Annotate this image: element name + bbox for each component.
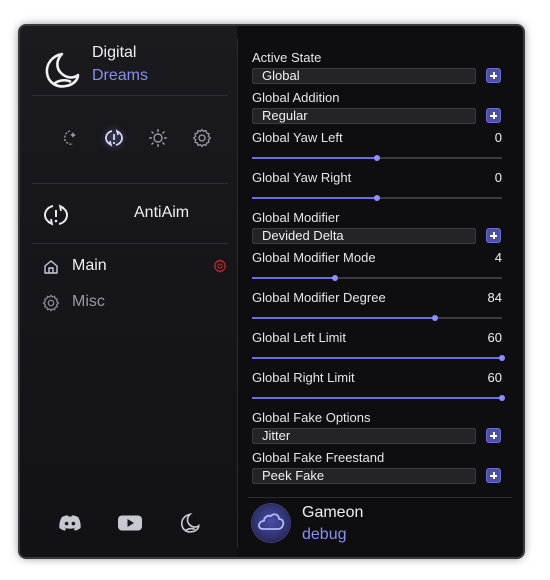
add-button[interactable]: [486, 428, 501, 443]
slider-fill: [252, 357, 502, 359]
setting-label: Global Fake Options: [252, 410, 371, 425]
setting-label: Global Yaw Left: [252, 130, 343, 145]
gear-icon: [193, 128, 211, 148]
nav-item-main[interactable]: Main: [42, 254, 227, 282]
setting-value: 84: [487, 290, 502, 305]
setting-label: Global Modifier: [252, 210, 340, 225]
nav-item-label: Main: [72, 257, 107, 274]
setting-value: 4: [494, 250, 502, 265]
moon-icon: [45, 52, 80, 88]
setting-label: Global Modifier Mode: [252, 250, 376, 265]
setting-value: 0: [494, 170, 502, 185]
add-button[interactable]: [486, 68, 501, 83]
setting-label: Global Modifier Degree: [252, 290, 386, 305]
slider-thumb[interactable]: [331, 275, 338, 281]
tab-world[interactable]: [144, 124, 172, 152]
modifier-degree-slider[interactable]: [252, 315, 502, 321]
active-state-dropdown[interactable]: Global: [252, 68, 476, 84]
setting-label: Global Left Limit: [252, 330, 346, 345]
gear-icon: [213, 259, 227, 273]
setting-value: 0: [494, 130, 502, 145]
divider: [32, 243, 228, 244]
youtube-icon: [118, 515, 142, 531]
cloud-icon: [258, 513, 285, 530]
setting-label: Global Right Limit: [252, 370, 355, 385]
antiaim-arrows-icon: [43, 204, 69, 226]
panel-divider: [237, 38, 238, 548]
moon-button[interactable]: [176, 510, 204, 536]
add-button[interactable]: [486, 108, 501, 123]
slider-thumb[interactable]: [374, 195, 380, 201]
moon-sparkle-icon: [64, 130, 76, 145]
settings-panel: Active State Global Global Addition Regu…: [252, 26, 510, 496]
app-window: Digital Dreams AntiAim Main Misc Active …: [20, 26, 523, 557]
discord-button[interactable]: [56, 510, 84, 536]
tab-visuals[interactable]: [56, 124, 84, 152]
youtube-button[interactable]: [116, 510, 144, 536]
setting-value: 60: [487, 370, 502, 385]
footer-links: [56, 510, 216, 536]
global-modifier-dropdown[interactable]: Devided Delta: [252, 228, 476, 244]
nav-item-label: Misc: [72, 293, 105, 310]
brand-subtitle: Dreams: [92, 67, 149, 84]
divider: [32, 95, 228, 96]
slider-thumb[interactable]: [431, 315, 438, 321]
sun-icon: [149, 129, 167, 147]
brand-name: Digital: [92, 44, 137, 61]
fake-options-dropdown[interactable]: Jitter: [252, 428, 476, 444]
home-icon: [44, 260, 58, 274]
setting-label: Global Addition: [252, 90, 340, 105]
user-name: Gameon: [302, 504, 364, 521]
slider-fill: [252, 197, 377, 199]
tab-antiaim[interactable]: [100, 124, 128, 152]
moon-icon: [180, 512, 200, 533]
tab-bar: [56, 124, 216, 152]
setting-value: 60: [487, 330, 502, 345]
user-role: debug: [302, 526, 347, 543]
yaw-right-slider[interactable]: [252, 195, 502, 201]
sidebar: Digital Dreams AntiAim Main Misc: [20, 26, 237, 557]
slider-thumb[interactable]: [499, 355, 505, 361]
modifier-mode-slider[interactable]: [252, 275, 502, 281]
fake-freestand-dropdown[interactable]: Peek Fake: [252, 468, 476, 484]
slider-thumb[interactable]: [374, 155, 380, 161]
left-limit-slider[interactable]: [252, 355, 505, 361]
nav-item-misc[interactable]: Misc: [42, 290, 227, 318]
section-title: AntiAim: [134, 204, 190, 221]
avatar[interactable]: [252, 504, 290, 542]
add-button[interactable]: [486, 468, 501, 483]
right-limit-slider[interactable]: [252, 395, 505, 401]
divider: [248, 497, 512, 498]
add-button[interactable]: [486, 228, 501, 243]
dropdown-value: Global: [262, 68, 300, 83]
discord-icon: [59, 515, 81, 531]
slider-thumb[interactable]: [499, 395, 505, 401]
divider: [32, 183, 228, 184]
section-header: AntiAim: [42, 200, 232, 230]
dropdown-value: Regular: [262, 108, 308, 123]
setting-label: Active State: [252, 50, 322, 65]
dropdown-value: Peek Fake: [262, 468, 325, 483]
global-addition-dropdown[interactable]: Regular: [252, 108, 476, 124]
slider-fill: [252, 317, 435, 319]
slider-fill: [252, 277, 335, 279]
antiaim-arrows-icon: [105, 129, 123, 147]
gear-icon: [42, 294, 60, 312]
slider-fill: [252, 157, 377, 159]
setting-label: Global Yaw Right: [252, 170, 352, 185]
yaw-left-slider[interactable]: [252, 155, 502, 161]
tab-settings[interactable]: [188, 124, 216, 152]
setting-label: Global Fake Freestand: [252, 450, 385, 465]
dropdown-value: Jitter: [262, 428, 291, 443]
slider-fill: [252, 397, 502, 399]
dropdown-value: Devided Delta: [262, 228, 344, 243]
